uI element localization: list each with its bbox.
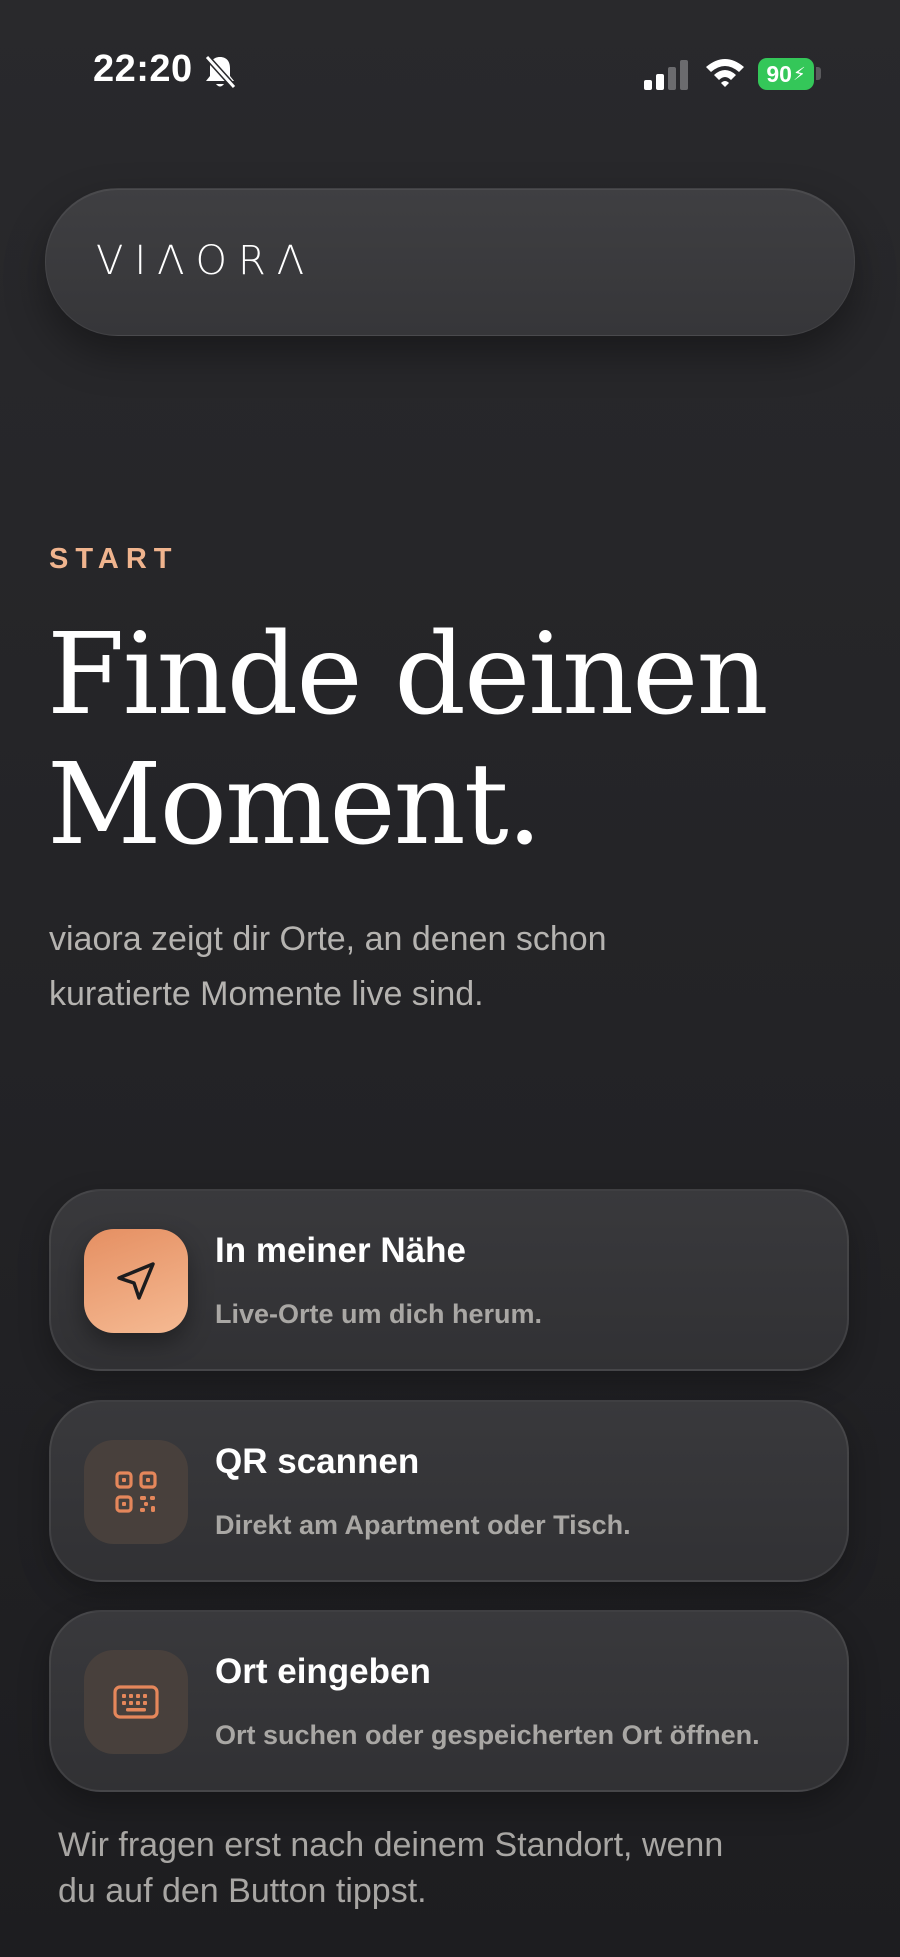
qr-icon-tile (84, 1440, 188, 1544)
enter-location-button[interactable]: Ort eingeben Ort suchen oder gespeichert… (49, 1610, 849, 1792)
battery-level: 90 (766, 60, 792, 87)
enter-location-title: Ort eingeben (215, 1652, 431, 1691)
nearby-description: Live-Orte um dich herum. (215, 1299, 543, 1329)
wifi-icon (706, 59, 744, 87)
scan-qr-description: Direkt am Apartment oder Tisch. (215, 1510, 631, 1540)
nearby-title: In meiner Nähe (215, 1231, 466, 1270)
section-eyebrow: START (49, 543, 179, 575)
subtitle-line-2: kuratierte Momente live sind. (49, 975, 484, 1013)
headline-line-1: Finde deinen (47, 610, 769, 740)
footnote-line-2: du auf den Button tippst. (58, 1872, 427, 1910)
navigation-arrow-icon (117, 1262, 155, 1300)
status-bar: 22:20 90 ⚡ (0, 0, 900, 150)
footnote-line-1: Wir fragen erst nach deinem Standort, we… (58, 1826, 724, 1864)
status-time: 22:20 (93, 48, 193, 90)
bell-muted-icon (204, 54, 237, 90)
page-headline: Finde deinen Moment. (47, 610, 867, 870)
page-subtitle: viaora zeigt dir Orte, an denen schon ku… (49, 912, 809, 1022)
app-header: VIΛORΛ (45, 188, 855, 336)
nearby-button[interactable]: In meiner Nähe Live-Orte um dich herum. (49, 1189, 849, 1371)
keyboard-icon-tile (84, 1650, 188, 1754)
scan-qr-title: QR scannen (215, 1442, 420, 1481)
battery-indicator: 90 ⚡ (758, 58, 814, 90)
app-logo[interactable]: VIΛORΛ (96, 231, 315, 291)
enter-location-description: Ort suchen oder gespeicherten Ort öffnen… (215, 1720, 760, 1750)
qr-code-icon (115, 1471, 157, 1513)
cellular-signal-icon (644, 60, 688, 90)
subtitle-line-1: viaora zeigt dir Orte, an denen schon (49, 920, 607, 958)
charging-bolt-icon: ⚡ (792, 63, 806, 84)
location-permission-note: Wir fragen erst nach deinem Standort, we… (58, 1822, 858, 1914)
headline-line-2: Moment. (47, 740, 542, 870)
nearby-icon-tile (84, 1229, 188, 1333)
battery-cap (816, 67, 821, 80)
scan-qr-button[interactable]: QR scannen Direkt am Apartment oder Tisc… (49, 1400, 849, 1582)
keyboard-icon (113, 1685, 159, 1719)
